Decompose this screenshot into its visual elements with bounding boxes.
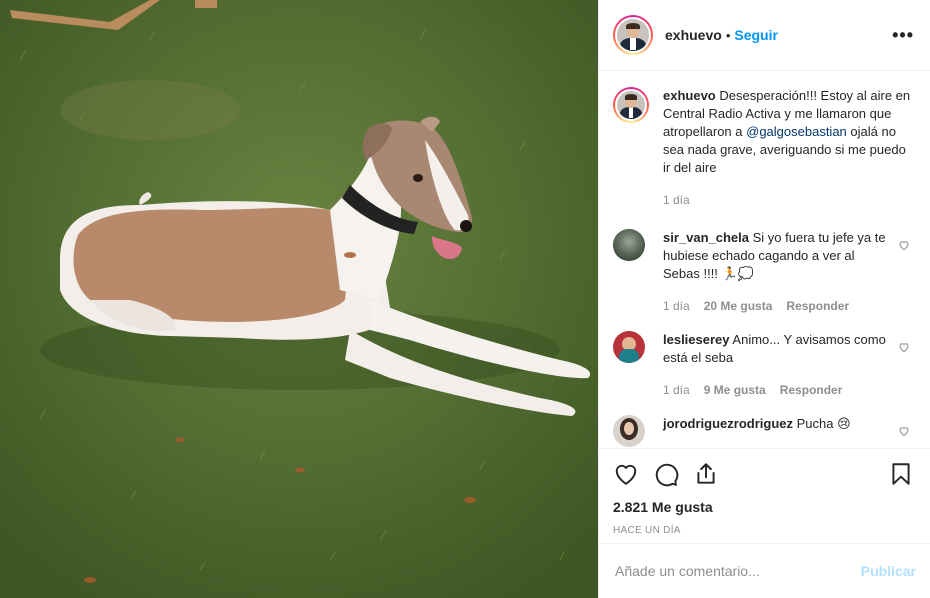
comment-text: Pucha 😢	[796, 416, 851, 431]
post-side-panel: exhuevo • Seguir ••• exhuevo Desesperaci…	[598, 0, 930, 598]
caption-mention-link[interactable]: @galgosebastian	[746, 124, 847, 139]
likes-count[interactable]: 2.821 Me gusta	[613, 499, 914, 515]
comment-time[interactable]: 1 día	[663, 297, 690, 315]
heart-icon[interactable]	[613, 461, 639, 487]
caption-avatar[interactable]	[613, 87, 649, 123]
share-icon[interactable]	[693, 461, 719, 487]
add-comment-bar: Publicar	[599, 543, 930, 598]
comment-icon[interactable]	[653, 461, 679, 487]
commenter-avatar[interactable]	[613, 415, 645, 447]
dog-on-grass-image	[0, 0, 598, 598]
comment-likes[interactable]: 20 Me gusta	[704, 297, 773, 315]
comment-input[interactable]	[615, 563, 861, 579]
follow-button[interactable]: Seguir	[734, 27, 778, 43]
comment-like-heart-icon[interactable]	[898, 341, 910, 353]
publish-button[interactable]: Publicar	[861, 563, 916, 579]
comments-list[interactable]: exhuevo Desesperación!!! Estoy al aire e…	[599, 71, 930, 448]
caption: exhuevo Desesperación!!! Estoy al aire e…	[613, 87, 914, 209]
caption-username[interactable]: exhuevo	[663, 88, 716, 103]
comment-username[interactable]: leslieserey	[663, 332, 730, 347]
separator-dot: •	[725, 27, 731, 43]
bookmark-icon[interactable]	[888, 461, 914, 487]
comment-time[interactable]: 1 día	[663, 381, 690, 399]
action-bar: 2.821 Me gusta Hace un día	[599, 448, 930, 543]
comment-item: jorodriguezrodriguez Pucha 😢	[613, 415, 914, 447]
more-options-icon[interactable]: •••	[892, 25, 914, 46]
commenter-avatar[interactable]	[613, 331, 645, 363]
comment-reply-button[interactable]: Responder	[786, 297, 849, 315]
author-avatar[interactable]	[613, 15, 653, 55]
author-username[interactable]: exhuevo	[665, 27, 722, 43]
comment-like-heart-icon[interactable]	[898, 239, 910, 251]
comment-username[interactable]: sir_van_chela	[663, 230, 749, 245]
caption-time[interactable]: 1 día	[663, 191, 690, 209]
post-timestamp[interactable]: Hace un día	[613, 525, 914, 536]
commenter-avatar[interactable]	[613, 229, 645, 261]
comment-item: sir_van_chela Si yo fuera tu jefe ya te …	[613, 229, 914, 315]
comment-item: leslieserey Animo... Y avisamos como est…	[613, 331, 914, 399]
comment-like-heart-icon[interactable]	[898, 425, 910, 437]
post-photo[interactable]	[0, 0, 598, 598]
comment-likes[interactable]: 9 Me gusta	[704, 381, 766, 399]
comment-reply-button[interactable]: Responder	[780, 381, 843, 399]
post-header: exhuevo • Seguir •••	[599, 0, 930, 71]
comment-username[interactable]: jorodriguezrodriguez	[663, 416, 793, 431]
